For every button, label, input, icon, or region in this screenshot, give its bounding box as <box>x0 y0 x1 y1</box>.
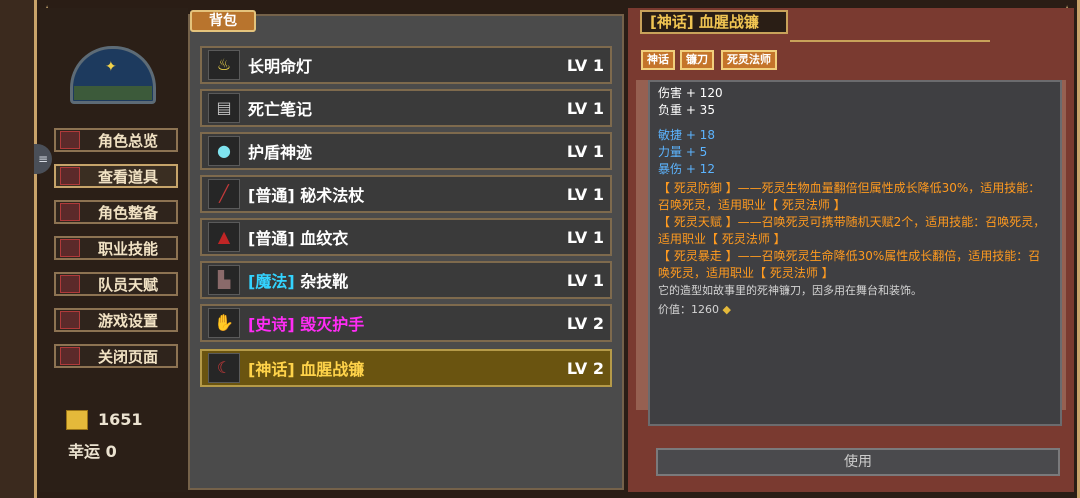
emblem-ground <box>74 86 152 100</box>
item-name: [普通] 秘术法杖 <box>248 182 364 206</box>
item-value: 价值：1260 ◆ <box>658 301 1052 318</box>
title-divider <box>790 40 990 42</box>
gold-amount: 1651 <box>98 410 143 429</box>
menu-game-settings[interactable]: 游戏设置 <box>54 308 178 332</box>
scythe-icon: ☾ <box>208 353 240 383</box>
item-name: [神话] 血腥战镰 <box>248 356 364 380</box>
effect-line: 【 死灵防御 】——死灵生物血量翻倍但属性成长降低30%，适用技能：召唤死灵，适… <box>658 181 1041 212</box>
luck-value: 幸运 0 <box>68 442 117 461</box>
close-page-icon <box>60 347 80 365</box>
effect-line: 【 死灵天赋 】——召唤死灵可携带随机天赋2个，适用技能：召唤死灵，适用职业【 … <box>658 215 1046 246</box>
menu-label: 角色总览 <box>97 131 158 150</box>
menu-label: 游戏设置 <box>97 311 158 330</box>
item-description-box: 伤害 + 120 负重 + 35 敏捷 + 18 力量 + 5 暴伤 + 12 … <box>648 80 1062 426</box>
menu-team-talent[interactable]: 队员天赋 <box>54 272 178 296</box>
equip-icon <box>60 203 80 221</box>
orb-icon: ● <box>208 136 240 166</box>
item-value-text: 价值：1260 <box>658 303 719 316</box>
menu-close-page[interactable]: 关闭页面 <box>54 344 178 368</box>
lamp-icon: ♨ <box>208 50 240 80</box>
bag-item-row[interactable]: ♨ 长明命灯 LV 1 <box>200 46 612 84</box>
item-name: [魔法] 杂技靴 <box>248 268 348 292</box>
gold-coin-icon <box>66 410 88 430</box>
item-name: [普通] 血纹衣 <box>248 225 348 249</box>
item-name: 长明命灯 <box>248 57 313 76</box>
item-level: LV 2 <box>566 358 604 378</box>
emblem-figure-icon: ✦ <box>105 59 117 75</box>
item-quality: [史诗] <box>248 315 295 334</box>
item-name: [史诗] 毁灭护手 <box>248 311 364 335</box>
item-level: LV 2 <box>566 313 604 333</box>
item-quality: [普通] <box>248 186 295 205</box>
talent-icon <box>60 275 80 293</box>
bonus-stat-line: 暴伤 + 12 <box>658 162 715 176</box>
robe-icon: ▲ <box>208 222 240 252</box>
tag-class: 死灵法师 <box>721 50 777 70</box>
bag-item-row[interactable]: ▙ [魔法] 杂技靴 LV 1 <box>200 261 612 299</box>
menu-label: 队员天赋 <box>97 275 158 294</box>
item-title: 血腥战镰 <box>300 360 365 379</box>
gold-coin-icon: ◆ <box>722 303 731 316</box>
bag-item-row[interactable]: ▤ 死亡笔记 LV 1 <box>200 89 612 127</box>
effect-line: 【 死灵暴走 】——召唤死灵生命降低30%属性成长翻倍，适用技能：召唤死灵，适用… <box>658 249 1041 280</box>
bag-item-row-selected[interactable]: ☾ [神话] 血腥战镰 LV 2 <box>200 349 612 387</box>
item-level: LV 1 <box>566 141 604 161</box>
book-icon: ▤ <box>208 93 240 123</box>
item-quality: [神话] <box>248 360 295 379</box>
menu-character-equip[interactable]: 角色整备 <box>54 200 178 224</box>
item-quality: [普通] <box>248 229 295 248</box>
item-title: 血纹衣 <box>300 229 349 248</box>
menu-class-skills[interactable]: 职业技能 <box>54 236 178 260</box>
items-icon <box>60 167 80 185</box>
stat-line: 负重 + 35 <box>658 103 715 117</box>
tag-rarity: 神话 <box>641 50 675 70</box>
bag-item-row[interactable]: ╱ [普通] 秘术法杖 LV 1 <box>200 175 612 213</box>
settings-icon <box>60 311 80 329</box>
item-title: 毁灭护手 <box>300 315 365 334</box>
item-level: LV 1 <box>566 227 604 247</box>
item-name: 护盾神迹 <box>248 143 313 162</box>
item-quality: [魔法] <box>248 272 295 291</box>
bonus-stat-line: 敏捷 + 18 <box>658 128 715 142</box>
boots-icon: ▙ <box>208 265 240 295</box>
menu-character-overview[interactable]: 角色总览 <box>54 128 178 152</box>
flavor-text: 它的造型如故事里的死神镰刀，因多用在舞台和装饰。 <box>658 284 922 297</box>
skills-icon <box>60 239 80 257</box>
gauntlet-icon: ✋ <box>208 308 240 338</box>
use-button[interactable]: 使用 <box>656 448 1060 476</box>
item-title: 杂技靴 <box>300 272 349 291</box>
menu-label: 查看道具 <box>97 167 158 186</box>
item-detail-title: [神话] 血腥战镰 <box>640 10 788 34</box>
menu-view-items[interactable]: 查看道具 <box>54 164 178 188</box>
tag-weapon-type: 镰刀 <box>680 50 714 70</box>
item-title: 秘术法杖 <box>300 186 365 205</box>
bag-item-row[interactable]: ✋ [史诗] 毁灭护手 LV 2 <box>200 304 612 342</box>
bag-item-row[interactable]: ● 护盾神迹 LV 1 <box>200 132 612 170</box>
item-level: LV 1 <box>566 184 604 204</box>
staff-icon: ╱ <box>208 179 240 209</box>
menu-label: 关闭页面 <box>97 347 158 366</box>
menu-label: 角色整备 <box>97 203 158 222</box>
stat-line: 伤害 + 120 <box>658 86 723 100</box>
character-overview-icon <box>60 131 80 149</box>
item-level: LV 1 <box>566 98 604 118</box>
item-level: LV 1 <box>566 55 604 75</box>
bonus-stat-line: 力量 + 5 <box>658 145 708 159</box>
bag-item-row[interactable]: ▲ [普通] 血纹衣 LV 1 <box>200 218 612 256</box>
item-level: LV 1 <box>566 270 604 290</box>
item-name: 死亡笔记 <box>248 100 313 119</box>
menu-label: 职业技能 <box>97 239 158 258</box>
bag-tab[interactable]: 背包 <box>190 10 256 32</box>
